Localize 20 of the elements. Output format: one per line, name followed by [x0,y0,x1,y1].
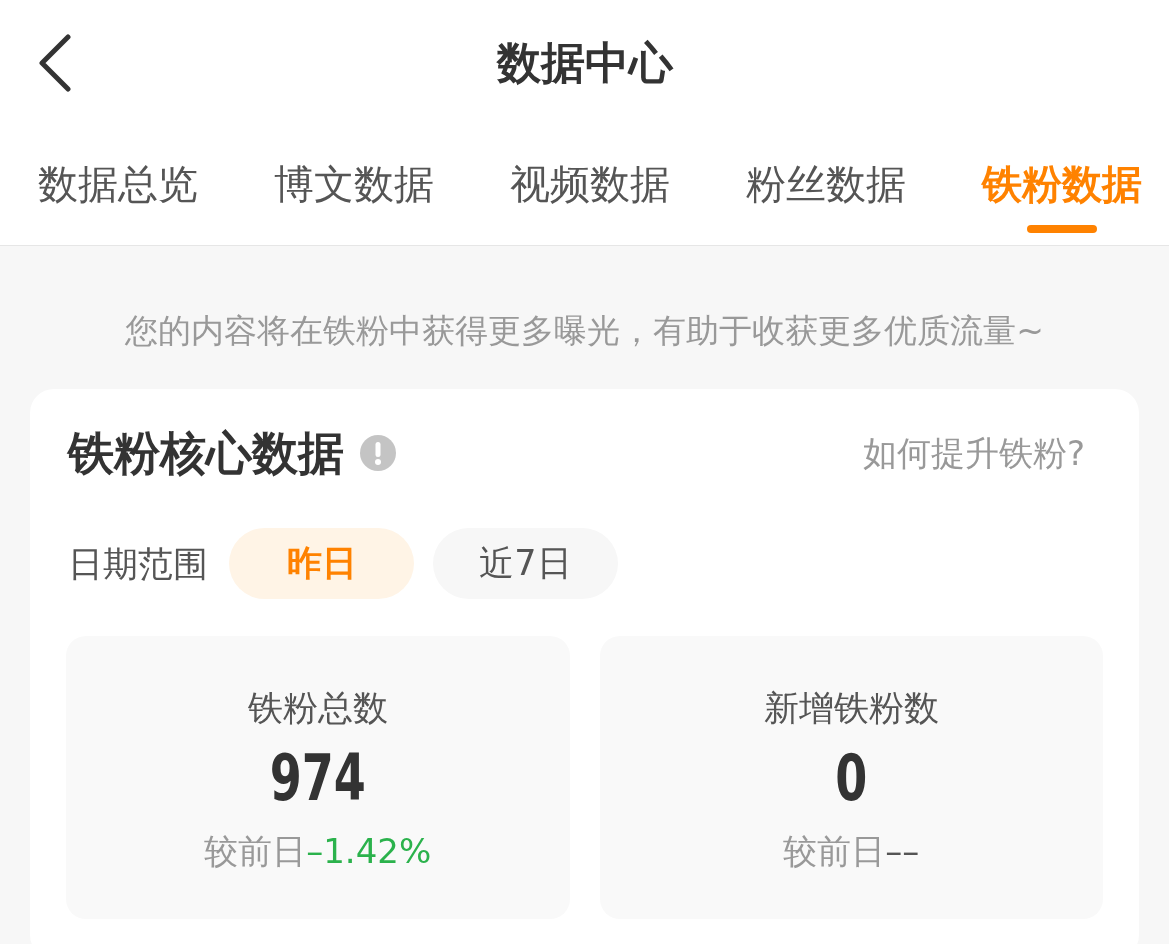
tab[interactable]: 博文数据 [274,125,434,245]
stat-value: 974 [269,740,366,817]
date-option-pill[interactable]: 近7日 [433,528,618,599]
active-tab-indicator [1027,225,1097,233]
stat-value: 0 [835,740,868,817]
date-range-label: 日期范围 [68,542,208,586]
back-button[interactable] [36,33,72,92]
change-value: –– [885,830,920,873]
page-title: 数据中心 [496,35,673,90]
comparison-label: 较前日 [204,830,307,873]
stat-label: 新增铁粉数 [763,687,939,730]
comparison-label: 较前日 [783,830,886,873]
tab[interactable]: 粉丝数据 [746,125,906,245]
stat-label: 铁粉总数 [247,687,388,730]
change-value: –1.42% [306,830,432,873]
back-icon [36,33,72,92]
tab[interactable]: 视频数据 [510,125,670,245]
tab[interactable]: 数据总览 [38,125,198,245]
notice-text: 您的内容将在铁粉中获得更多曝光，有助于收获更多优质流量~ [124,310,1045,352]
card-title: 铁粉核心数据 [68,425,344,481]
